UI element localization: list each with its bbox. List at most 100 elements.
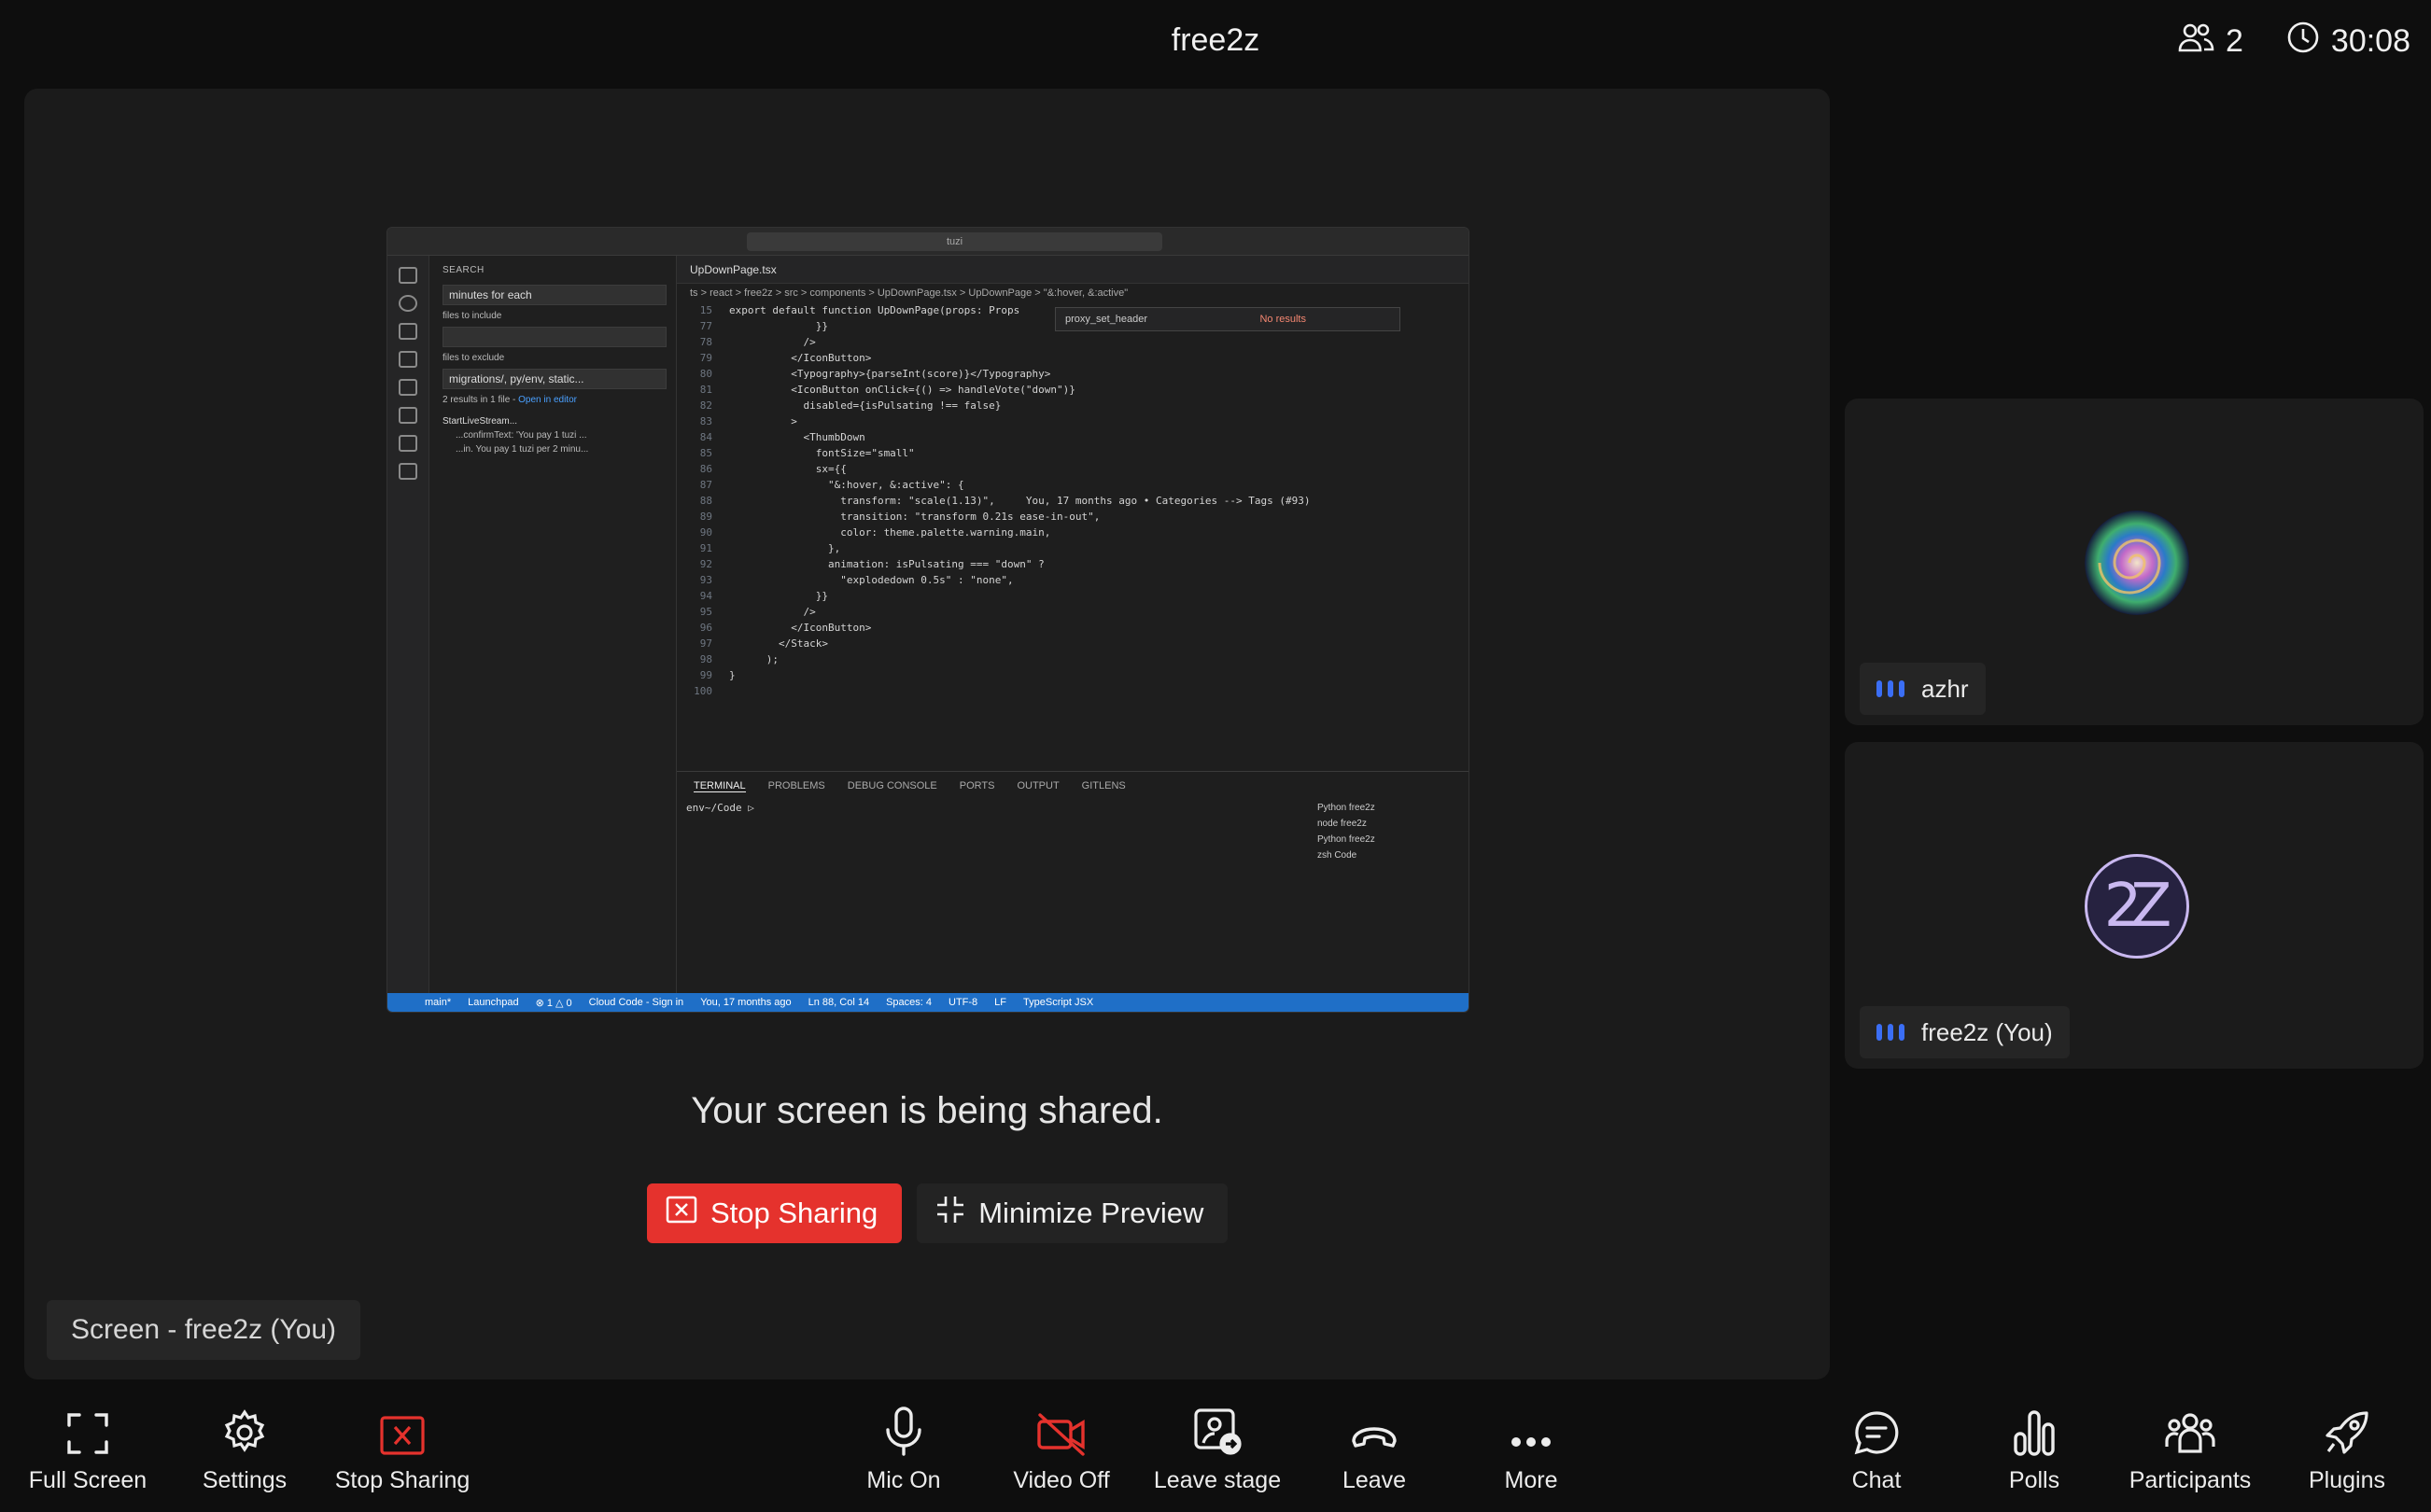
extensions-icon: [399, 407, 417, 424]
leave-stage-icon: [1194, 1408, 1242, 1455]
main-stage: tuzi SEARCH minutes for each files to in…: [24, 89, 1830, 1379]
panel-tab: GITLENS: [1081, 780, 1126, 791]
status-item: LF: [994, 997, 1007, 1008]
line-number: 84: [699, 431, 712, 443]
line-text: </Stack>: [729, 637, 828, 650]
run-icon: [399, 351, 417, 368]
full-screen-button[interactable]: Full Screen: [28, 1391, 148, 1512]
line-number: 99: [699, 669, 712, 681]
audio-level-icon: [1876, 1024, 1904, 1041]
video-label: Video Off: [1013, 1467, 1110, 1493]
chat-label: Chat: [1851, 1467, 1902, 1493]
line-text: <IconButton onClick={() => handleVote("d…: [729, 384, 1075, 396]
line-text: }: [729, 669, 736, 681]
polls-icon: [2014, 1410, 2055, 1456]
vscode-titlebar: tuzi: [387, 228, 1468, 256]
polls-label: Polls: [2008, 1467, 2060, 1493]
status-item: Spaces: 4: [886, 997, 932, 1008]
code-line: 97 </Stack>: [677, 636, 1468, 651]
code-line: 78 />: [677, 334, 1468, 350]
participants-label: Participants: [2129, 1467, 2252, 1493]
panel-tab: TERMINAL: [694, 779, 746, 792]
files-exclude-label: files to exclude: [443, 353, 505, 363]
terminal-item: Python free2z: [1317, 834, 1375, 845]
line-text: </IconButton>: [729, 352, 872, 364]
line-number: 95: [699, 606, 712, 618]
line-number: 98: [699, 653, 712, 665]
participant-count-value: 2: [2225, 23, 2243, 59]
line-number: 93: [699, 574, 712, 586]
timer-value: 30:08: [2330, 23, 2410, 59]
results-count: 2 results in 1 file -: [443, 395, 519, 405]
stop-sharing-button[interactable]: Stop Sharing: [647, 1183, 903, 1243]
participant-name: free2z (You): [1921, 1017, 2053, 1046]
polls-button[interactable]: Polls: [1992, 1391, 2076, 1512]
leave-button[interactable]: Leave: [1333, 1391, 1415, 1512]
toolbar-stop-sharing-button[interactable]: Stop Sharing: [332, 1391, 472, 1512]
leave-stage-label: Leave stage: [1153, 1467, 1282, 1493]
line-number: 85: [699, 447, 712, 459]
avatar: [2085, 511, 2189, 615]
line-text: <ThumbDown: [729, 431, 865, 443]
line-text: transform: "scale(1.13)", You, 17 months…: [729, 495, 1311, 507]
line-number: 77: [699, 320, 712, 332]
code-line: 96 </IconButton>: [677, 620, 1468, 636]
code-line: 89 transition: "transform 0.21s ease-in-…: [677, 509, 1468, 525]
files-include-input: [443, 327, 667, 347]
leave-stage-button[interactable]: Leave stage: [1152, 1391, 1283, 1512]
video-button[interactable]: Video Off: [1008, 1391, 1115, 1512]
panel-tab: PORTS: [959, 780, 995, 791]
bottom-toolbar: Full Screen Settings Stop Sharing Mic On…: [0, 1391, 2431, 1512]
code-line: 87 "&:hover, &:active": {: [677, 477, 1468, 493]
top-bar: free2z 2 30:08: [0, 0, 2431, 86]
result-line: ...confirmText: 'You pay 1 tuzi ...: [456, 430, 587, 441]
line-text: },: [729, 542, 841, 554]
settings-button[interactable]: Settings: [187, 1391, 302, 1512]
video-off-icon: [1037, 1413, 1085, 1456]
results-summary: 2 results in 1 file - Open in editor: [429, 393, 676, 407]
find-result: No results: [1259, 314, 1306, 325]
status-item: main*: [425, 997, 452, 1008]
minimize-icon: [935, 1195, 965, 1232]
participants-button[interactable]: Participants: [2127, 1391, 2254, 1512]
vscode-editor: UpDownPage.tsx ts > react > free2z > src…: [677, 256, 1468, 771]
line-number: 100: [694, 685, 712, 697]
avatar-initials: 2Z: [2103, 872, 2171, 941]
line-number: 87: [699, 479, 712, 491]
line-text: fontSize="small": [729, 447, 915, 459]
mic-button[interactable]: Mic On: [857, 1391, 950, 1512]
chat-button[interactable]: Chat: [1837, 1391, 1916, 1512]
audio-level-icon: [1876, 680, 1904, 697]
participant-count[interactable]: 2: [2177, 21, 2243, 62]
line-number: 79: [699, 352, 712, 364]
files-exclude-input: migrations/, py/env, static...: [443, 369, 667, 389]
panel-tab: OUTPUT: [1017, 780, 1060, 791]
stop-share-icon: [380, 1416, 425, 1455]
participant-tile[interactable]: azhr: [1845, 399, 2424, 725]
code-line: 84 <ThumbDown: [677, 429, 1468, 445]
status-item: Ln 88, Col 14: [808, 997, 870, 1008]
participant-name: azhr: [1921, 674, 1969, 703]
result-file: StartLiveStream...: [443, 416, 518, 427]
code-line: 93 "explodedown 0.5s" : "none",: [677, 572, 1468, 588]
rocket-icon: [2326, 1411, 2368, 1454]
full-screen-label: Full Screen: [28, 1467, 148, 1493]
line-number: 78: [699, 336, 712, 348]
code-line: 85 fontSize="small": [677, 445, 1468, 461]
more-button[interactable]: More: [1490, 1391, 1572, 1512]
vscode-activity-bar: [387, 256, 429, 1000]
minimize-preview-button[interactable]: Minimize Preview: [917, 1183, 1229, 1243]
avatar: 2Z: [2085, 854, 2189, 959]
testing-icon: [399, 435, 417, 452]
terminal-item: zsh Code: [1317, 850, 1357, 861]
plugins-button[interactable]: Plugins: [2306, 1391, 2388, 1512]
line-number: 81: [699, 384, 712, 396]
line-text: );: [729, 653, 779, 665]
source-control-icon: [399, 323, 417, 340]
line-number: 89: [699, 511, 712, 523]
gear-icon: [224, 1409, 265, 1452]
status-item: TypeScript JSX: [1023, 997, 1094, 1008]
clock-icon: [2286, 21, 2320, 63]
line-text: >: [729, 415, 797, 427]
participant-tile[interactable]: 2Z free2z (You): [1845, 742, 2424, 1069]
